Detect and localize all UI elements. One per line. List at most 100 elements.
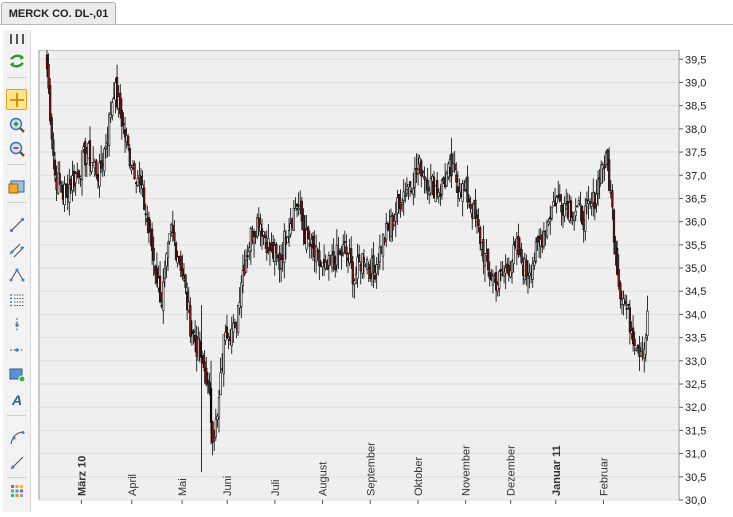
candle-body — [168, 233, 171, 242]
crosshair-button[interactable] — [6, 89, 27, 110]
candle-body — [534, 241, 538, 262]
candle-body — [47, 63, 50, 89]
x-tick-label: September — [365, 442, 377, 496]
rectangle-tool-button[interactable] — [6, 364, 27, 385]
ray-tool-button[interactable] — [6, 452, 27, 473]
candle-body — [205, 367, 208, 385]
candle-body — [60, 184, 63, 193]
candle-body — [53, 159, 57, 176]
tab-merck[interactable]: MERCK CO. DL-,01 — [1, 2, 116, 25]
candle-body — [635, 348, 638, 351]
x-tick-label: Februar — [598, 457, 610, 496]
candle-body — [397, 193, 401, 202]
candle-body — [547, 221, 550, 225]
candle-body — [275, 243, 278, 254]
candle-body — [362, 257, 366, 263]
candle-body — [128, 147, 131, 167]
candle-body — [611, 190, 614, 208]
candle-body — [292, 207, 295, 232]
ray-icon — [10, 456, 23, 469]
candle-body — [181, 268, 184, 277]
chart-settings-button[interactable] — [6, 176, 27, 197]
fibonacci-tool-button[interactable] — [6, 289, 27, 310]
candle-body — [381, 233, 385, 257]
candle-body — [518, 247, 522, 250]
x-tick-label: August — [318, 462, 330, 496]
candle-body — [644, 337, 647, 355]
arc-tool-button[interactable] — [6, 427, 27, 448]
zoom-out-button[interactable] — [6, 138, 27, 159]
candle-body — [217, 397, 221, 418]
y-tick-label: 30,5 — [685, 472, 706, 484]
candle-body — [372, 255, 375, 273]
candle-body — [166, 242, 170, 259]
y-tick-label: 35,0 — [685, 263, 706, 275]
candle-body — [619, 282, 622, 300]
candle-body — [520, 249, 523, 263]
candle-body — [162, 281, 165, 312]
candle-body — [424, 177, 428, 181]
x-tick-label: Dezember — [506, 445, 518, 496]
price-chart[interactable]: 39,5 39,0 38,5 38,0 37,5 37,0 36,5 36,0 35,5 35,0… — [36, 47, 733, 508]
y-tick-label: 39,0 — [685, 77, 706, 89]
candle-body — [377, 264, 380, 267]
refresh-button[interactable] — [6, 50, 27, 71]
candle-body — [633, 339, 636, 346]
candle-body — [342, 244, 345, 254]
candle-body — [550, 206, 553, 219]
vertical-line-button[interactable] — [6, 314, 27, 335]
candle-body — [646, 310, 649, 337]
zoom-in-button[interactable] — [6, 114, 27, 135]
text-icon: A — [11, 392, 22, 408]
candle-body — [244, 259, 248, 273]
candle-body — [576, 205, 579, 208]
candle-body — [555, 196, 558, 204]
palette-icon — [10, 484, 23, 497]
text-tool-button[interactable]: A — [6, 389, 27, 410]
line-tool-button[interactable] — [6, 214, 27, 235]
y-tick-label: 35,5 — [685, 240, 706, 252]
drawing-toolbar: A — [3, 30, 31, 512]
toolbar-grip-icon[interactable] — [8, 34, 26, 44]
triangle-tool-button[interactable] — [6, 264, 27, 285]
candle-body — [361, 253, 364, 274]
candle-body — [246, 255, 249, 257]
candle-body — [525, 260, 528, 277]
candle-body — [625, 308, 628, 310]
toolbar-separator — [7, 477, 26, 478]
candle-body — [52, 139, 55, 156]
toolbar-separator — [7, 202, 26, 203]
candle-body — [526, 275, 530, 279]
candle-body — [416, 168, 420, 174]
candle-body — [184, 274, 187, 288]
candle-body — [498, 271, 501, 289]
candle-body — [624, 301, 627, 304]
candle-body — [474, 199, 477, 218]
candle-body — [350, 248, 353, 263]
y-tick-label: 38,5 — [685, 101, 706, 113]
candle-body — [133, 163, 136, 180]
candle-body — [158, 275, 162, 303]
candle-body — [373, 274, 377, 280]
candle-body — [401, 202, 404, 205]
candlestick-chart-svg[interactable]: 39,5 39,0 38,5 38,0 37,5 37,0 36,5 36,0 35,5 35,0… — [36, 47, 733, 508]
line-icon — [9, 217, 24, 232]
candle-body — [283, 231, 286, 263]
candle-body — [477, 219, 480, 226]
toolbar-separator — [7, 77, 26, 78]
candle-body — [122, 123, 125, 125]
candle-body — [136, 177, 139, 187]
candle-body — [584, 205, 587, 232]
candle-body — [104, 145, 108, 150]
color-palette-button[interactable] — [6, 480, 27, 501]
channel-tool-button[interactable] — [6, 239, 27, 260]
tab-bar-divider — [0, 24, 733, 25]
candle-body — [467, 198, 471, 203]
horizontal-line-button[interactable] — [6, 339, 27, 360]
candle-body — [579, 204, 582, 207]
candle-body — [139, 176, 143, 185]
candle-body — [608, 159, 611, 191]
candle-body — [152, 247, 155, 261]
y-tick-label: 38,0 — [685, 124, 706, 136]
y-tick-label: 39,5 — [685, 54, 706, 66]
